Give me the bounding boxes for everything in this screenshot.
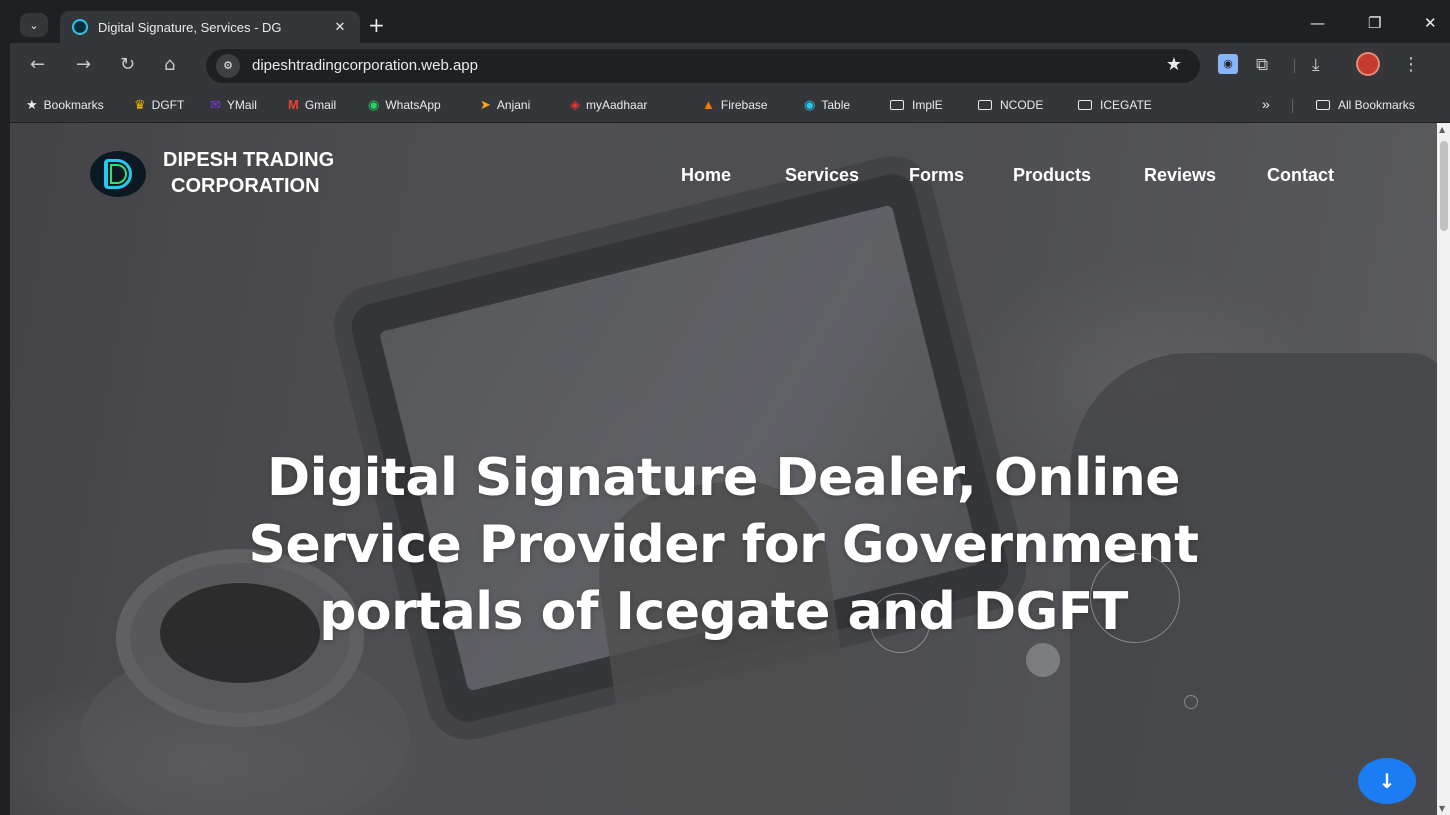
browser-chrome: ⌄ Digital Signature, Services - DG ✕ + —… [10, 7, 1450, 123]
whatsapp-icon: ◉ [368, 97, 380, 112]
nav-reviews[interactable]: Reviews [1144, 165, 1216, 186]
close-window-button[interactable]: ✕ [1424, 13, 1437, 33]
forward-arrow-icon[interactable]: → [76, 53, 91, 77]
site-info-icon[interactable]: ⚙ [216, 54, 240, 78]
bookmark-item[interactable]: ♛ DGFT [134, 97, 184, 113]
star-icon: ★ [26, 97, 38, 112]
tab-strip: ⌄ Digital Signature, Services - DG ✕ + —… [10, 7, 1450, 43]
back-arrow-icon[interactable]: ← [30, 53, 45, 77]
brand-name-line1: DIPESH TRADING [163, 149, 335, 171]
hero-headline-line2: Service Provider for Government [248, 515, 1199, 575]
folder-icon [978, 100, 992, 110]
page-viewport: DIPESH TRADING CORPORATION Home Services… [10, 123, 1437, 815]
url-text[interactable]: dipeshtradingcorporation.web.app [252, 57, 478, 74]
minimize-button[interactable]: — [1310, 13, 1325, 33]
hero-headline-line3: portals of Icegate and DGFT [319, 582, 1128, 642]
emblem-icon: ♛ [134, 97, 146, 112]
tab-title: Digital Signature, Services - DG [98, 19, 282, 35]
bookmark-item[interactable]: ★ Bookmarks [26, 97, 104, 113]
folder-icon [1316, 100, 1330, 110]
bookmark-item[interactable]: ▲ Firebase [702, 97, 768, 113]
gmail-icon: M [288, 97, 299, 112]
lens-extension-icon[interactable]: ◉ [1218, 54, 1238, 74]
brand-name[interactable]: DIPESH TRADING CORPORATION [163, 147, 403, 199]
logo-d-mark [104, 159, 132, 189]
scrollbar-thumb[interactable] [1440, 141, 1448, 231]
hero-headline: Digital Signature Dealer, Online Service… [10, 445, 1437, 646]
bookmarks-bar: ★ Bookmarks ♛ DGFT ✉ YMail M Gmail ◉ WhatsApp… [10, 89, 1450, 123]
hero-headline-line1: Digital Signature Dealer, Online [266, 448, 1181, 508]
address-bar[interactable]: ⚙ dipeshtradingcorporation.web.app ★ [206, 49, 1200, 83]
bookmark-folder[interactable]: ImplE [890, 98, 943, 112]
nav-services[interactable]: Services [785, 165, 859, 186]
nav-home[interactable]: Home [681, 165, 731, 186]
scroll-down-arrow-icon[interactable]: ▼ [1439, 804, 1445, 813]
bookmark-folder[interactable]: NCODE [978, 98, 1043, 112]
nav-products[interactable]: Products [1013, 165, 1091, 186]
active-tab[interactable]: Digital Signature, Services - DG ✕ [60, 11, 360, 43]
bookmarks-divider [1292, 99, 1293, 113]
menu-kebab-icon[interactable]: ⋮ [1402, 54, 1420, 76]
extensions-puzzle-icon[interactable]: ⧉ [1256, 54, 1268, 76]
folder-icon [890, 100, 904, 110]
restore-button[interactable]: ❐ [1368, 13, 1381, 33]
tab-close-icon[interactable]: ✕ [332, 20, 348, 35]
decorative-bubble [1026, 643, 1060, 677]
bookmark-item[interactable]: ◉ Table [804, 97, 850, 113]
bookmark-item[interactable]: ◈ myAadhaar [570, 97, 647, 113]
brand-name-line2: CORPORATION [171, 175, 320, 197]
new-tab-button[interactable]: + [368, 13, 385, 37]
bookmark-item[interactable]: ➤ Anjani [480, 97, 530, 113]
downloads-icon[interactable]: ⤓ [1312, 54, 1320, 76]
brand-logo-icon[interactable] [90, 151, 146, 197]
scroll-up-arrow-icon[interactable]: ▲ [1439, 125, 1445, 134]
site-header: DIPESH TRADING CORPORATION Home Services… [10, 123, 1437, 233]
bookmark-folder[interactable]: ICEGATE [1078, 98, 1152, 112]
aadhaar-icon: ◈ [570, 97, 580, 112]
nav-forms[interactable]: Forms [909, 165, 964, 186]
page-scrollbar[interactable]: ▲ ▼ [1437, 123, 1450, 815]
tab-search-button[interactable]: ⌄ [20, 13, 48, 37]
firebase-icon: ▲ [702, 97, 715, 112]
bookmark-item[interactable]: ◉ WhatsApp [368, 97, 441, 113]
nav-contact[interactable]: Contact [1267, 165, 1334, 186]
bookmark-star-icon[interactable]: ★ [1166, 54, 1182, 75]
table-icon: ◉ [804, 97, 816, 112]
anjani-icon: ➤ [480, 97, 491, 112]
more-bookmarks-button[interactable]: » [1262, 96, 1270, 112]
toolbar-divider [1294, 59, 1295, 73]
folder-icon [1078, 100, 1092, 110]
bookmark-item[interactable]: M Gmail [288, 97, 336, 113]
tab-favicon-icon [72, 19, 88, 35]
profile-avatar[interactable] [1356, 52, 1380, 76]
reload-icon[interactable]: ↻ [120, 53, 135, 77]
ymail-icon: ✉ [210, 97, 221, 112]
decorative-bubble [1184, 695, 1198, 709]
browser-toolbar: ← → ↻ ⌂ ⚙ dipeshtradingcorporation.web.a… [10, 43, 1450, 89]
all-bookmarks-button[interactable]: All Bookmarks [1316, 98, 1415, 112]
scroll-down-button[interactable]: ↓ [1358, 758, 1416, 804]
bookmark-item[interactable]: ✉ YMail [210, 97, 257, 113]
arrow-down-icon: ↓ [1378, 769, 1396, 793]
home-icon[interactable]: ⌂ [164, 53, 175, 77]
